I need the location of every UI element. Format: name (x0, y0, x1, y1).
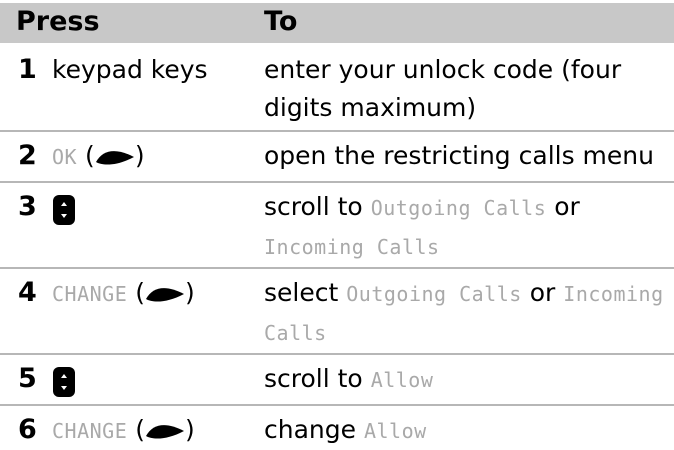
right-soft-key-icon (145, 425, 184, 439)
row-divider (0, 181, 674, 183)
key-label: OK (52, 145, 78, 169)
key-label: CHANGE (52, 282, 128, 306)
step-number: 4 (18, 277, 37, 308)
press-key (52, 366, 76, 398)
menu-option: Allow (363, 419, 427, 443)
step-number: 2 (18, 140, 37, 171)
press-key: CHANGE () (52, 415, 195, 444)
step-number: 5 (18, 363, 37, 394)
press-key: OK () (52, 141, 145, 170)
menu-option: Outgoing Calls (370, 196, 547, 220)
action-text: select Outgoing Calls or Incoming Calls (264, 278, 664, 345)
press-text: keypad keys (52, 55, 208, 84)
action-text: change Allow (264, 415, 427, 444)
menu-option: Outgoing Calls (346, 282, 522, 306)
action-text: scroll to Outgoing Calls or Incoming Cal… (264, 192, 580, 259)
key-label: CHANGE (52, 419, 128, 443)
row-divider (0, 353, 674, 355)
menu-option: Incoming Calls (264, 235, 440, 259)
step-number: 1 (18, 54, 37, 85)
press-key: CHANGE () (52, 278, 195, 307)
step-number: 3 (18, 191, 37, 222)
table-header: Press To (0, 3, 674, 43)
row-divider (0, 404, 674, 406)
right-soft-key-icon (95, 151, 134, 165)
row-divider (0, 267, 674, 269)
right-soft-key-icon (145, 288, 184, 302)
menu-option: Allow (370, 368, 434, 392)
action-text: open the restricting calls menu (264, 141, 654, 170)
press-key (52, 194, 76, 226)
header-to: To (264, 6, 298, 37)
navigation-key-icon (53, 195, 75, 225)
header-press: Press (16, 6, 100, 37)
navigation-key-icon (53, 367, 75, 397)
step-number: 6 (18, 414, 37, 445)
action-text: enter your unlock code (four digits maxi… (264, 55, 622, 122)
row-divider (0, 130, 674, 132)
action-text: scroll to Allow (264, 364, 434, 393)
